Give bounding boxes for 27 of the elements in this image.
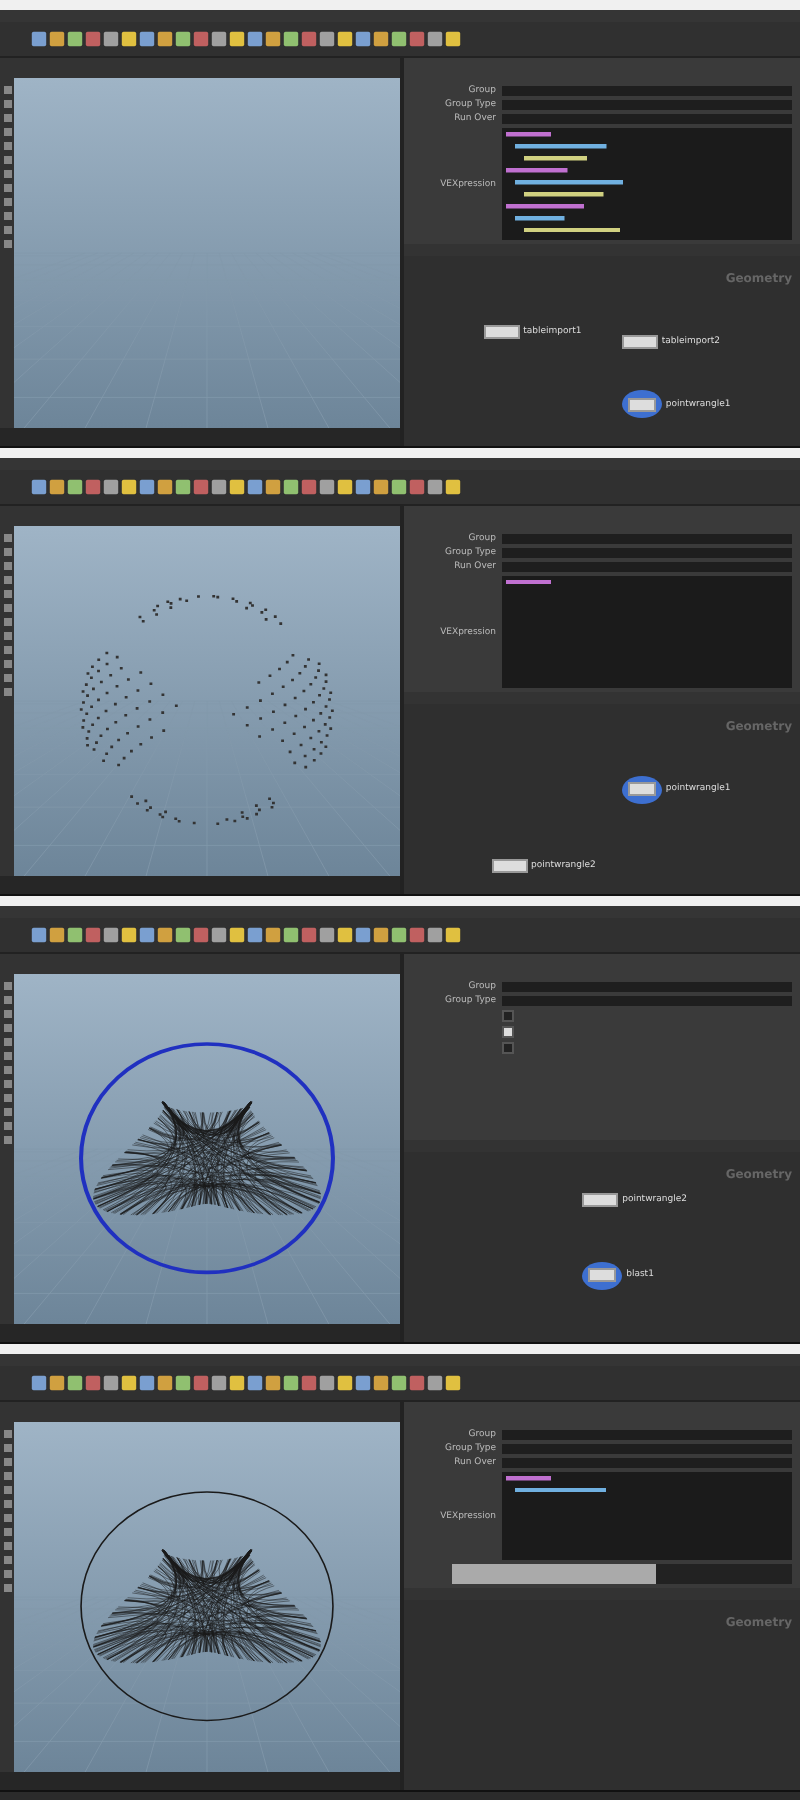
checkbox[interactable] — [502, 1010, 514, 1022]
code-lines-drawing — [506, 1476, 607, 1493]
input-field[interactable] — [502, 100, 792, 110]
checkbox[interactable] — [502, 1042, 514, 1054]
input-field[interactable] — [502, 562, 792, 572]
input-field[interactable] — [502, 534, 792, 544]
checkbox[interactable] — [502, 1026, 514, 1038]
input-field[interactable] — [502, 114, 792, 124]
input-field[interactable] — [502, 1458, 792, 1468]
display-node-ring[interactable] — [582, 1261, 623, 1290]
node-tile[interactable] — [483, 325, 520, 340]
input-field[interactable] — [502, 86, 792, 96]
input-field[interactable] — [502, 1430, 792, 1440]
node-tile[interactable] — [582, 1192, 619, 1207]
display-node-ring[interactable] — [621, 775, 662, 804]
node-tile[interactable] — [621, 334, 658, 349]
input-field[interactable] — [502, 1444, 792, 1454]
code-lines-drawing — [506, 132, 623, 233]
input-field[interactable] — [502, 548, 792, 558]
code-lines-drawing — [506, 580, 551, 585]
input-field[interactable] — [502, 996, 792, 1006]
input-field[interactable] — [502, 982, 792, 992]
display-node-ring[interactable] — [621, 390, 662, 419]
code-editor[interactable] — [502, 1472, 792, 1561]
ramp-track[interactable] — [452, 1564, 792, 1585]
code-editor[interactable] — [502, 128, 792, 241]
node-tile[interactable] — [491, 858, 528, 873]
